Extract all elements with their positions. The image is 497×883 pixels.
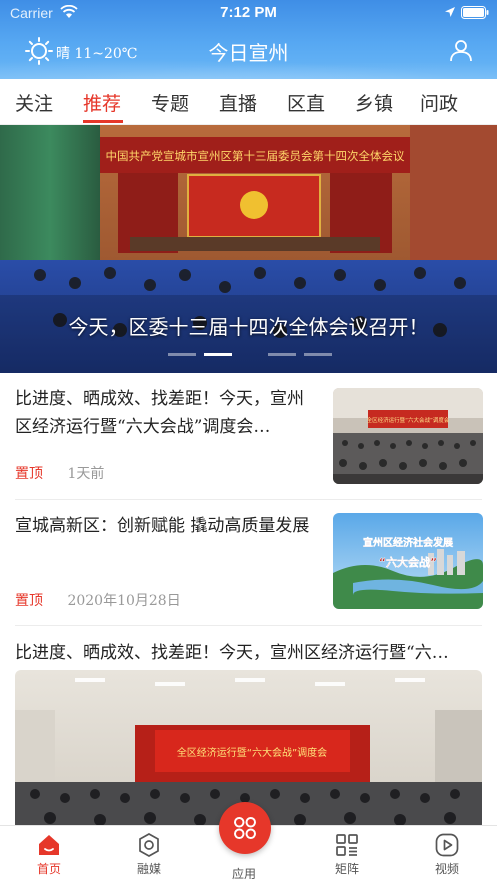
nav-home-label: 首页 (36, 862, 61, 876)
thumbnail-title-text: 宣州区经济社会发展 (363, 536, 453, 549)
hero-carousel[interactable]: 中国共产党宣城市宣州区第十三届委员会第十四次全体会议 今天，区委十三届十四次全体… (0, 125, 497, 373)
thumbnail-subtitle-text: “六大会战” (379, 555, 437, 569)
article-meta: 置顶 1天前 (15, 463, 104, 483)
nav-video-label: 视频 (434, 862, 459, 876)
nav-apps-label: 应用 (231, 867, 256, 881)
nav-home[interactable]: 首页 (14, 832, 84, 877)
tab-live[interactable]: 直播 (219, 89, 257, 116)
city-photo: 宣州区经济社会发展 “六大会战” (333, 513, 483, 609)
location-arrow-icon (445, 7, 455, 17)
tab-inquiry[interactable]: 问政 (420, 89, 458, 116)
nav-media-label: 融媒 (136, 862, 161, 876)
article-card[interactable]: 比进度、晒成效、找差距！今天，宣州区经济运行暨“六大会战”调度会… 置顶 1天前… (0, 373, 497, 499)
tab-towns[interactable]: 乡镇 (355, 89, 393, 116)
status-time: 7:12 PM (220, 4, 277, 21)
feature-banner-text: 全区经济运行暨“六大会战”调度会 (177, 746, 327, 759)
home-icon (39, 835, 59, 855)
nav-video[interactable]: 视频 (412, 832, 482, 877)
nav-matrix-label: 矩阵 (334, 862, 359, 876)
carousel-dot[interactable] (168, 353, 196, 356)
tab-recommend[interactable]: 推荐 (83, 89, 121, 116)
category-tabs: 关注 推荐 专题 直播 区直 乡镇 问政 (0, 79, 497, 125)
article-thumbnail: 宣州区经济社会发展 “六大会战” (333, 513, 483, 609)
active-tab-indicator (83, 120, 123, 123)
article-title: 宣城高新区：创新赋能 撬动高质量发展 (15, 516, 310, 536)
nav-matrix[interactable]: 矩阵 (312, 832, 382, 877)
app-header: Carrier 7:12 PM 晴 11~20℃ 今日宣州 (0, 0, 497, 79)
tab-district[interactable]: 区直 (287, 89, 325, 116)
article-card[interactable]: 宣城高新区：创新赋能 撬动高质量发展 置顶 2020年10月28日 宣州区经济社… (0, 500, 497, 626)
meeting-photo: 全区经济运行暨“六大会战”调度会 (333, 388, 483, 484)
media-icon (139, 833, 159, 857)
article-title: 比进度、晒成效、找差距！今天，宣州区经济运行暨“六大会战”调度会… (15, 389, 304, 437)
thumbnail-banner-text: 全区经济运行暨“六大会战”调度会 (367, 416, 450, 424)
feature-article-title[interactable]: 比进度、晒成效、找差距！今天，宣州区经济运行暨“六… (15, 638, 485, 663)
app-title: 今日宣州 (208, 41, 289, 65)
article-meta: 置顶 2020年10月28日 (15, 590, 181, 610)
carousel-indicator (168, 353, 338, 357)
nav-media[interactable]: 融媒 (114, 832, 184, 877)
apps-button[interactable] (219, 802, 271, 854)
tab-topics[interactable]: 专题 (151, 89, 189, 116)
pinned-label: 置顶 (15, 466, 43, 482)
video-play-icon (435, 833, 459, 857)
article-time: 1天前 (67, 466, 105, 482)
pinned-label: 置顶 (15, 593, 43, 609)
carousel-dot[interactable] (268, 353, 296, 356)
matrix-grid-icon (336, 834, 358, 856)
hero-banner-text: 中国共产党宣城市宣州区第十三届委员会第十四次全体会议 (106, 149, 405, 163)
carousel-dot-active[interactable] (204, 353, 232, 356)
divider (15, 625, 482, 626)
bottom-tab-bar: 首页 融媒 应用 矩阵 视频 (0, 802, 497, 883)
tab-follow[interactable]: 关注 (15, 89, 53, 116)
hero-caption: 今天，区委十三届十四次全体会议召开！ (68, 315, 429, 339)
battery-icon (461, 6, 489, 19)
user-profile-icon[interactable] (449, 38, 473, 62)
status-bar: Carrier 7:12 PM (0, 0, 497, 26)
apps-clover-icon (234, 817, 256, 839)
article-thumbnail: 全区经济运行暨“六大会战”调度会 (333, 388, 483, 484)
carousel-dot[interactable] (304, 353, 332, 356)
article-time: 2020年10月28日 (67, 593, 181, 609)
